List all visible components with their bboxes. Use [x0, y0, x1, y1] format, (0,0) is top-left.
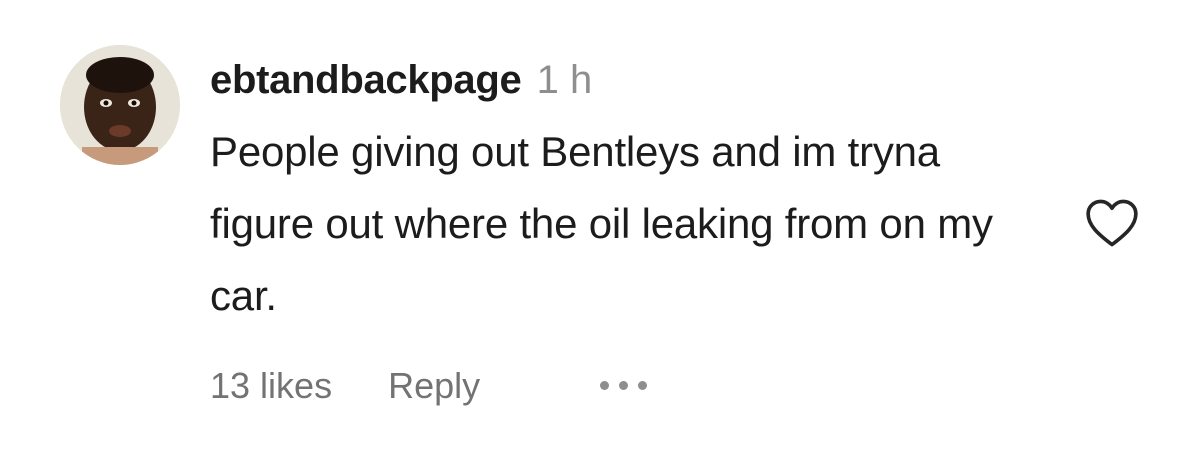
heart-outline-icon[interactable]: [1084, 198, 1140, 248]
comment-body: ebtandbackpage 1 h People giving out Ben…: [210, 52, 1070, 332]
ellipsis-dot: [638, 380, 647, 390]
username[interactable]: ebtandbackpage: [210, 58, 522, 102]
avatar[interactable]: [60, 45, 180, 165]
heart-svg: [1086, 199, 1138, 247]
ellipsis-dot: [619, 380, 628, 390]
ellipsis-dot: [600, 380, 609, 390]
likes-count[interactable]: 13 likes: [210, 365, 332, 406]
timestamp: 1 h: [536, 58, 593, 102]
avatar-image: [60, 45, 180, 165]
comment-text: People giving out Bentleys and im tryna …: [210, 128, 993, 319]
comment: ebtandbackpage 1 h People giving out Ben…: [0, 0, 1200, 450]
comment-header: ebtandbackpage 1 h: [210, 52, 1070, 108]
reply-button[interactable]: Reply: [388, 365, 480, 406]
comment-actions: 13 likes Reply: [210, 362, 480, 410]
ellipsis-icon[interactable]: [600, 375, 660, 395]
